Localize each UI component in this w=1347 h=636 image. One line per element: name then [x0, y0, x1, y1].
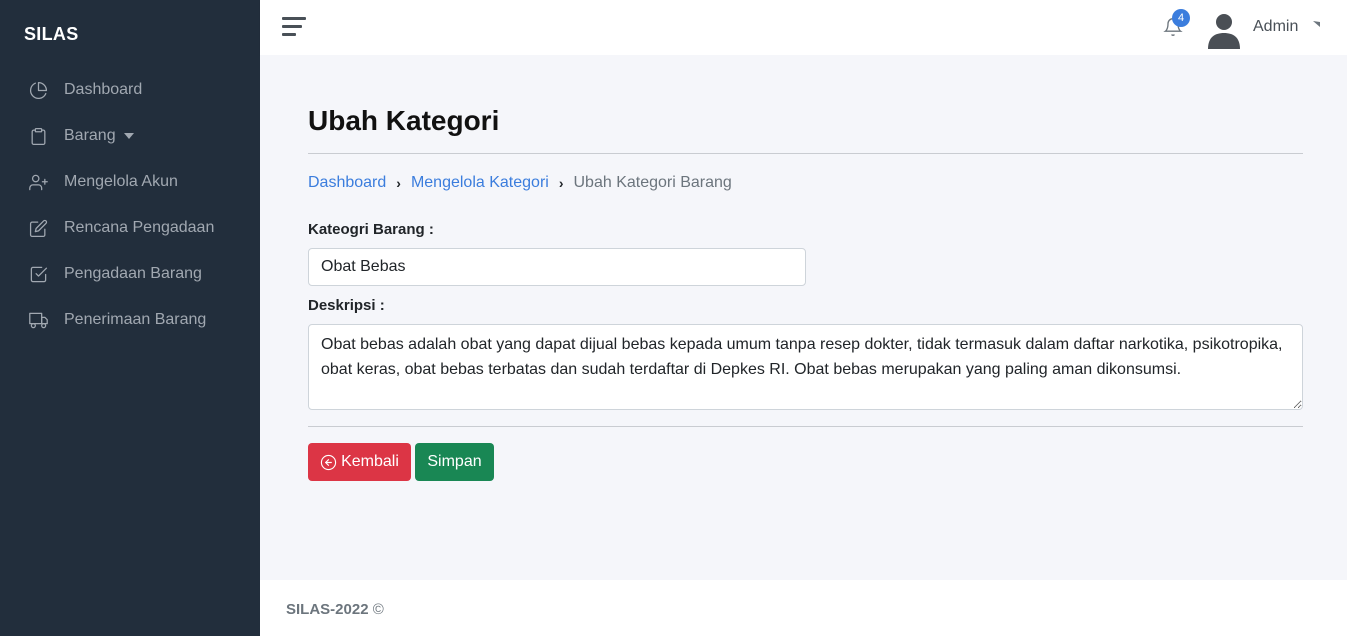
- save-button[interactable]: Simpan: [415, 443, 494, 481]
- topbar: 4 Admin: [260, 0, 1347, 55]
- category-input[interactable]: [308, 248, 806, 286]
- check-square-icon: [28, 264, 48, 284]
- hamburger-menu-icon[interactable]: [282, 17, 306, 37]
- pie-chart-icon: [28, 80, 48, 100]
- edit-icon: [28, 218, 48, 238]
- sidebar-item-label: Mengelola Akun: [64, 173, 178, 190]
- notification-badge: 4: [1172, 9, 1190, 27]
- sidebar-item-label: Pengadaan Barang: [64, 265, 202, 282]
- sidebar-item-dashboard[interactable]: Dashboard: [0, 67, 260, 113]
- user-plus-icon: [28, 172, 48, 192]
- sidebar-item-label: Penerimaan Barang: [64, 311, 207, 328]
- caret-down-icon: [123, 133, 134, 139]
- user-dropdown-caret-icon[interactable]: [1312, 16, 1322, 27]
- sidebar-item-label: Rencana Pengadaan: [64, 219, 215, 236]
- footer-text: SILAS-2022 ©: [286, 601, 384, 618]
- arrow-left-circle-icon: [320, 454, 337, 471]
- sidebar-brand[interactable]: SILAS: [24, 24, 79, 45]
- divider: [308, 426, 1303, 427]
- clipboard-icon: [28, 126, 48, 146]
- category-label: Kateogri Barang :: [308, 221, 434, 238]
- user-name[interactable]: Admin: [1253, 18, 1298, 36]
- page-title: Ubah Kategori: [308, 105, 500, 136]
- sidebar-item-pengadaan-barang[interactable]: Pengadaan Barang: [0, 251, 260, 297]
- description-textarea[interactable]: Obat bebas adalah obat yang dapat dijual…: [308, 324, 1303, 410]
- divider: [308, 153, 1303, 154]
- sidebar-item-rencana-pengadaan[interactable]: Rencana Pengadaan: [0, 205, 260, 251]
- footer: SILAS-2022 ©: [260, 580, 1347, 636]
- breadcrumb-mengelola-kategori[interactable]: Mengelola Kategori: [411, 174, 549, 192]
- sidebar: SILAS Dashboard Barang Mengelola Akun Re…: [0, 0, 260, 636]
- sidebar-item-penerimaan-barang[interactable]: Penerimaan Barang: [0, 297, 260, 343]
- back-button[interactable]: Kembali: [308, 443, 411, 481]
- description-label: Deskripsi :: [308, 297, 385, 314]
- copyright-symbol: ©: [372, 601, 384, 618]
- breadcrumb-current: Ubah Kategori Barang: [573, 174, 732, 191]
- chevron-right-icon: ›: [396, 175, 401, 191]
- chevron-right-icon: ›: [558, 175, 564, 191]
- sidebar-nav: Dashboard Barang Mengelola Akun Rencana …: [0, 67, 260, 343]
- avatar[interactable]: [1204, 9, 1244, 49]
- footer-brand: SILAS-2022: [286, 601, 369, 618]
- back-button-label: Kembali: [341, 453, 399, 470]
- sidebar-item-barang[interactable]: Barang: [0, 113, 260, 159]
- sidebar-item-mengelola-akun[interactable]: Mengelola Akun: [0, 159, 260, 205]
- breadcrumb-dashboard[interactable]: Dashboard: [308, 174, 386, 192]
- truck-icon: [28, 310, 48, 330]
- breadcrumb: Dashboard › Mengelola Kategori › Ubah Ka…: [308, 174, 732, 192]
- sidebar-item-label: Dashboard: [64, 81, 143, 98]
- main-content: Ubah Kategori Dashboard › Mengelola Kate…: [260, 55, 1347, 580]
- sidebar-item-label: Barang: [64, 127, 116, 144]
